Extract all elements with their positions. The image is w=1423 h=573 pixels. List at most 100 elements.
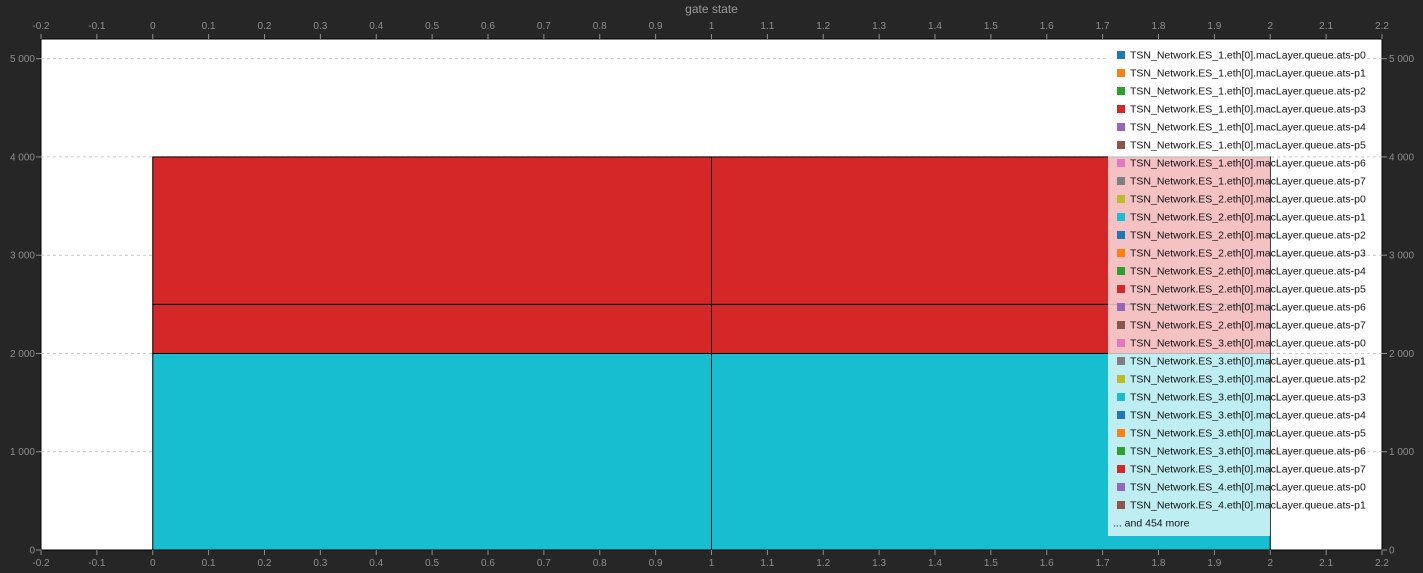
legend-swatch	[1117, 213, 1125, 221]
bars	[152, 156, 1271, 551]
x-tick-label: 2	[1267, 558, 1273, 569]
x-tick-label: 2.1	[1319, 558, 1333, 569]
x-tick-label: -0.2	[32, 21, 50, 32]
legend-swatch	[1117, 141, 1125, 149]
x-tick-label: 2.1	[1319, 21, 1333, 32]
legend-entry: TSN_Network.ES_1.eth[0].macLayer.queue.a…	[1130, 140, 1366, 152]
legend-swatch	[1117, 105, 1125, 113]
x-tick-label: 1.8	[1152, 558, 1166, 569]
x-tick-label: 1.8	[1152, 21, 1166, 32]
legend-entry: TSN_Network.ES_4.eth[0].macLayer.queue.a…	[1130, 482, 1366, 494]
x-tick-label: 0.3	[313, 21, 327, 32]
x-tick-label: 0.7	[537, 558, 551, 569]
legend-more-text: ... and 454 more	[1113, 518, 1190, 530]
legend-swatch	[1117, 51, 1125, 59]
legend-entry: TSN_Network.ES_3.eth[0].macLayer.queue.a…	[1130, 464, 1366, 476]
x-tick-label: 0.6	[481, 558, 495, 569]
legend-entry: TSN_Network.ES_3.eth[0].macLayer.queue.a…	[1130, 374, 1366, 386]
x-tick-label: 0.5	[425, 558, 439, 569]
x-tick-label: 1.7	[1096, 21, 1110, 32]
x-tick-label: 1.2	[816, 558, 830, 569]
x-tick-label: 2.2	[1375, 21, 1389, 32]
y-tick-label: 2 000	[10, 349, 35, 360]
y-tick-label: 2 000	[1389, 349, 1414, 360]
x-tick-label: 1	[709, 558, 715, 569]
x-tick-label: 1.5	[984, 558, 998, 569]
bar-segment	[152, 303, 712, 354]
legend-entry: TSN_Network.ES_1.eth[0].macLayer.queue.a…	[1130, 176, 1366, 188]
legend-entry: TSN_Network.ES_3.eth[0].macLayer.queue.a…	[1130, 356, 1366, 368]
legend-swatch	[1117, 483, 1125, 491]
x-tick-label: 1.3	[872, 21, 886, 32]
x-tick-label: 0.9	[649, 21, 663, 32]
x-tick-label: 0.8	[593, 558, 607, 569]
legend-entry: TSN_Network.ES_2.eth[0].macLayer.queue.a…	[1130, 230, 1366, 242]
legend-swatch	[1117, 87, 1125, 95]
legend-entry: TSN_Network.ES_1.eth[0].macLayer.queue.a…	[1130, 158, 1366, 170]
x-tick-label: 0.1	[202, 558, 216, 569]
x-tick-label: 1.2	[816, 21, 830, 32]
legend-swatch	[1117, 447, 1125, 455]
x-tick-label: 0.6	[481, 21, 495, 32]
legend-entry: TSN_Network.ES_2.eth[0].macLayer.queue.a…	[1130, 284, 1366, 296]
x-tick-label: 2	[1267, 21, 1273, 32]
x-tick-label: 0.2	[258, 21, 272, 32]
legend-entry: TSN_Network.ES_1.eth[0].macLayer.queue.a…	[1130, 68, 1366, 80]
y-tick-label: 4 000	[1389, 152, 1414, 163]
legend-swatch	[1117, 393, 1125, 401]
legend-swatch	[1117, 321, 1125, 329]
legend-swatch	[1117, 249, 1125, 257]
legend-entry: TSN_Network.ES_3.eth[0].macLayer.queue.a…	[1130, 392, 1366, 404]
x-tick-label: 1.5	[984, 21, 998, 32]
x-tick-label: 0.2	[258, 558, 272, 569]
x-tick-label: 0.1	[202, 21, 216, 32]
x-tick-label: 1.3	[872, 558, 886, 569]
x-tick-label: -0.1	[88, 21, 106, 32]
x-tick-label: 0.4	[369, 558, 383, 569]
legend-swatch	[1117, 177, 1125, 185]
y-tick-label: 5 000	[1389, 54, 1414, 65]
y-tick-label: 1 000	[10, 447, 35, 458]
chart-title: gate state	[685, 2, 738, 16]
legend-entry: TSN_Network.ES_2.eth[0].macLayer.queue.a…	[1130, 212, 1366, 224]
legend-swatch	[1117, 285, 1125, 293]
legend-entry: TSN_Network.ES_1.eth[0].macLayer.queue.a…	[1130, 50, 1366, 62]
legend-swatch	[1117, 231, 1125, 239]
y-tick-label: 3 000	[1389, 251, 1414, 262]
y-tick-label: 0	[29, 546, 35, 557]
legend-swatch	[1117, 429, 1125, 437]
legend-entry: TSN_Network.ES_4.eth[0].macLayer.queue.a…	[1130, 500, 1366, 512]
y-tick-label: 5 000	[10, 54, 35, 65]
x-tick-label: 0.5	[425, 21, 439, 32]
legend-entry: TSN_Network.ES_2.eth[0].macLayer.queue.a…	[1130, 302, 1366, 314]
legend-entry: TSN_Network.ES_1.eth[0].macLayer.queue.a…	[1130, 104, 1366, 116]
legend-entry: TSN_Network.ES_3.eth[0].macLayer.queue.a…	[1130, 338, 1366, 350]
legend-entry: TSN_Network.ES_3.eth[0].macLayer.queue.a…	[1130, 410, 1366, 422]
legend-entry: TSN_Network.ES_3.eth[0].macLayer.queue.a…	[1130, 446, 1366, 458]
bar-segment	[152, 352, 712, 551]
x-tick-label: 0.4	[369, 21, 383, 32]
y-tick-label: 4 000	[10, 152, 35, 163]
x-tick-label: 0.3	[313, 558, 327, 569]
legend-swatch	[1117, 69, 1125, 77]
x-tick-label: 0	[150, 21, 156, 32]
legend-swatch	[1117, 159, 1125, 167]
x-tick-label: 0	[150, 558, 156, 569]
x-tick-label: 1.4	[928, 21, 942, 32]
legend-entry: TSN_Network.ES_2.eth[0].macLayer.queue.a…	[1130, 266, 1366, 278]
x-tick-label: 0.9	[649, 558, 663, 569]
legend-swatch	[1117, 375, 1125, 383]
legend-swatch	[1117, 465, 1125, 473]
legend-swatch	[1117, 303, 1125, 311]
y-tick-label: 3 000	[10, 251, 35, 262]
x-tick-label: 1.9	[1207, 21, 1221, 32]
y-tick-label: 0	[1389, 546, 1395, 557]
x-tick-label: 0.7	[537, 21, 551, 32]
legend-swatch	[1117, 411, 1125, 419]
x-tick-label: 1.4	[928, 558, 942, 569]
legend-entry: TSN_Network.ES_2.eth[0].macLayer.queue.a…	[1130, 194, 1366, 206]
bar-segment	[152, 156, 712, 305]
legend-swatch	[1117, 501, 1125, 509]
x-tick-label: 1.6	[1040, 558, 1054, 569]
x-tick-label: 1.1	[760, 558, 774, 569]
